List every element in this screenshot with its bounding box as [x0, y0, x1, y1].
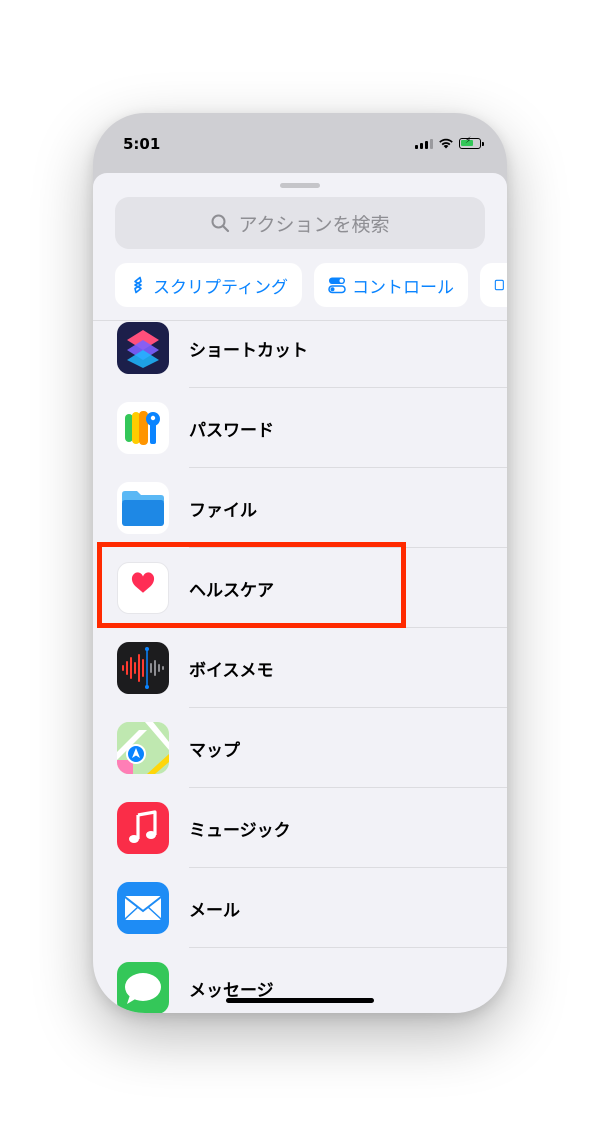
list-item[interactable]: ファイル — [93, 468, 507, 548]
sheet-grabber[interactable] — [280, 183, 320, 188]
chip-label: コントロール — [351, 277, 454, 298]
messages-app-icon — [117, 962, 169, 1013]
shortcuts-app-icon — [117, 322, 169, 374]
list-item[interactable]: ボイスメモ — [93, 628, 507, 708]
app-label: メール — [189, 901, 240, 921]
search-placeholder: アクションを検索 — [238, 213, 390, 236]
app-label: ミュージック — [189, 821, 291, 841]
home-indicator[interactable] — [226, 998, 374, 1003]
cellular-signal-icon — [415, 138, 433, 149]
app-label: ボイスメモ — [189, 661, 274, 681]
maps-app-icon — [117, 722, 169, 774]
list-item[interactable]: パスワード — [93, 388, 507, 468]
mail-app-icon — [117, 882, 169, 934]
music-app-icon — [117, 802, 169, 854]
app-label: マップ — [189, 741, 240, 761]
scripting-icon — [134, 276, 142, 294]
list-item[interactable]: ミュージック — [93, 788, 507, 868]
status-time: 5:01 — [123, 135, 161, 153]
partial-chip-icon — [494, 279, 504, 291]
category-chips: スクリプティング コントロール — [115, 263, 507, 307]
wifi-icon — [439, 138, 453, 149]
status-bar: 5:01 ⚡ — [93, 113, 507, 171]
category-chip-controls[interactable]: コントロール — [313, 263, 468, 307]
app-label: ファイル — [189, 501, 257, 521]
status-icons: ⚡ — [415, 136, 484, 149]
control-toggle-icon — [328, 277, 346, 294]
list-item[interactable]: メッセージ — [93, 948, 507, 1013]
search-icon — [211, 214, 230, 233]
voice-memos-app-icon — [117, 642, 169, 694]
category-chip-partial[interactable] — [479, 263, 507, 307]
category-chip-scripting[interactable]: スクリプティング — [115, 263, 302, 307]
search-field[interactable]: アクションを検索 — [115, 197, 485, 249]
list-item[interactable]: メール — [93, 868, 507, 948]
battery-icon: ⚡ — [459, 136, 484, 149]
app-label: ショートカット — [189, 341, 308, 361]
list-item[interactable]: マップ — [93, 708, 507, 788]
app-label: パスワード — [189, 421, 274, 441]
chip-label: スクリプティング — [153, 277, 288, 298]
files-app-icon — [117, 482, 169, 534]
highlight-box-health — [97, 542, 406, 628]
list-item[interactable]: ショートカット — [93, 308, 507, 388]
passwords-app-icon — [117, 402, 169, 454]
